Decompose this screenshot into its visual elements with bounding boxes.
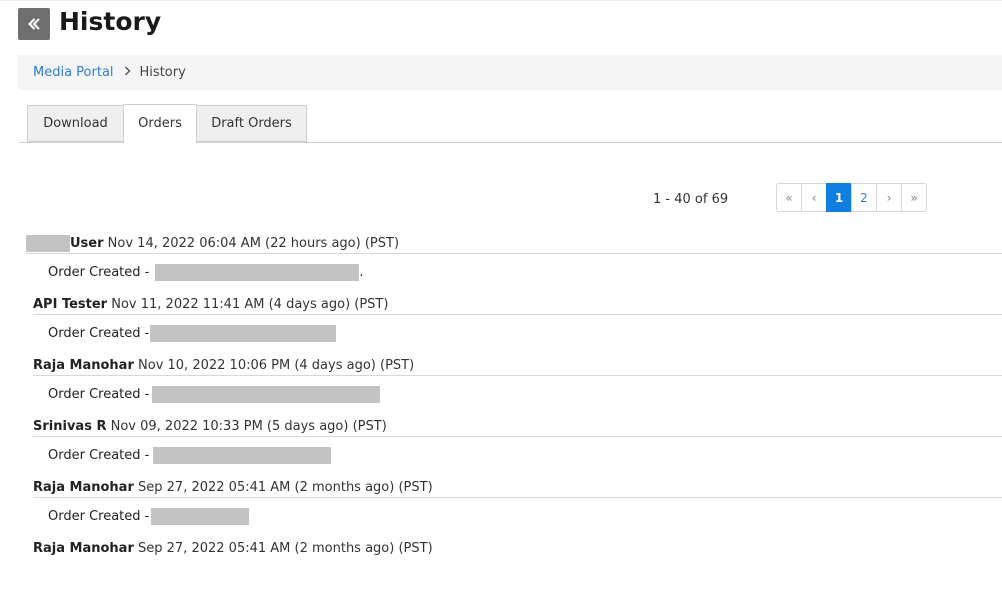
page-last-button[interactable]: »: [901, 183, 927, 212]
history-entry: Raja Manohar Sep 27, 2022 05:41 AM (2 mo…: [18, 540, 1002, 601]
entry-action: Order Created -: [48, 326, 150, 341]
entry-header: Srinivas R Nov 09, 2022 10:33 PM (5 days…: [33, 418, 387, 435]
entry-header: API Tester Nov 11, 2022 11:41 AM (4 days…: [33, 296, 388, 313]
entry-user: Raja Manohar: [33, 480, 134, 495]
entry-body: Order Created - .: [48, 264, 364, 281]
entry-timestamp: Nov 09, 2022 10:33 PM (5 days ago) (PST): [110, 419, 387, 434]
pagination: « ‹ 1 2 › »: [776, 183, 927, 212]
redacted-name: [26, 235, 70, 252]
tab-label: Draft Orders: [211, 116, 292, 131]
entry-divider: [33, 314, 1002, 315]
history-entry: Raja Manohar Sep 27, 2022 05:41 AM (2 mo…: [18, 479, 1002, 540]
tab-draft-orders[interactable]: Draft Orders: [196, 105, 307, 142]
pagination-summary: 1 - 40 of 69: [653, 192, 729, 207]
redacted-order-id: [155, 264, 360, 281]
entry-body: Order Created -: [48, 325, 337, 342]
entry-timestamp: Nov 10, 2022 10:06 PM (4 days ago) (PST): [138, 358, 415, 373]
entry-suffix: .: [359, 265, 364, 280]
breadcrumb: Media Portal History: [18, 55, 1002, 90]
entry-body: Order Created -: [48, 386, 381, 403]
breadcrumb-current: History: [139, 65, 186, 80]
entry-user: User: [70, 236, 104, 251]
tab-label: Download: [43, 116, 108, 131]
history-tabs: Download Orders Draft Orders: [18, 104, 1002, 143]
history-entry: User Nov 14, 2022 06:04 AM (22 hours ago…: [18, 235, 1002, 296]
page-title: History: [59, 7, 162, 36]
page-2-button[interactable]: 2: [851, 183, 877, 212]
tab-orders[interactable]: Orders: [123, 104, 197, 143]
chevron-right-icon: [124, 65, 131, 80]
history-entry: API Tester Nov 11, 2022 11:41 AM (4 days…: [18, 296, 1002, 357]
top-divider: [0, 0, 1002, 1]
double-chevron-left-icon: [28, 18, 40, 30]
entry-divider: [33, 436, 1002, 437]
redacted-order-id: [151, 508, 250, 525]
entry-user: Raja Manohar: [33, 358, 134, 373]
entry-action: Order Created -: [48, 387, 150, 402]
entry-header: Raja Manohar Sep 27, 2022 05:41 AM (2 mo…: [33, 540, 433, 557]
page-1-button[interactable]: 1: [826, 183, 852, 212]
entry-user: Srinivas R: [33, 419, 107, 434]
breadcrumb-link-media-portal[interactable]: Media Portal: [33, 65, 114, 80]
history-entry: Srinivas R Nov 09, 2022 10:33 PM (5 days…: [18, 418, 1002, 479]
entry-timestamp: Nov 14, 2022 06:04 AM (22 hours ago) (PS…: [107, 236, 400, 251]
entry-action: Order Created -: [48, 448, 150, 463]
tab-label: Orders: [138, 116, 182, 131]
redacted-order-id: [152, 386, 381, 403]
entry-action: Order Created -: [48, 265, 150, 280]
history-entry: Raja Manohar Nov 10, 2022 10:06 PM (4 da…: [18, 357, 1002, 418]
page-first-button[interactable]: «: [776, 183, 802, 212]
page-prev-button[interactable]: ‹: [801, 183, 827, 212]
tab-download[interactable]: Download: [27, 105, 124, 142]
entry-header: Raja Manohar Sep 27, 2022 05:41 AM (2 mo…: [33, 479, 433, 496]
redacted-order-id: [150, 325, 337, 342]
entry-divider: [33, 497, 1002, 498]
entry-header: User Nov 14, 2022 06:04 AM (22 hours ago…: [70, 235, 399, 252]
back-button[interactable]: [18, 8, 50, 40]
entry-timestamp: Sep 27, 2022 05:41 AM (2 months ago) (PS…: [138, 480, 433, 495]
entry-user: API Tester: [33, 297, 108, 312]
entry-divider: [33, 375, 1002, 376]
redacted-order-id: [153, 447, 332, 464]
page-next-button[interactable]: ›: [876, 183, 902, 212]
entry-header: Raja Manohar Nov 10, 2022 10:06 PM (4 da…: [33, 357, 414, 374]
entry-action: Order Created -: [48, 509, 150, 524]
entry-timestamp: Nov 11, 2022 11:41 AM (4 days ago) (PST): [111, 297, 389, 312]
entry-body: Order Created -: [48, 508, 250, 525]
entry-body: Order Created -: [48, 447, 332, 464]
entry-divider: [26, 253, 1002, 254]
